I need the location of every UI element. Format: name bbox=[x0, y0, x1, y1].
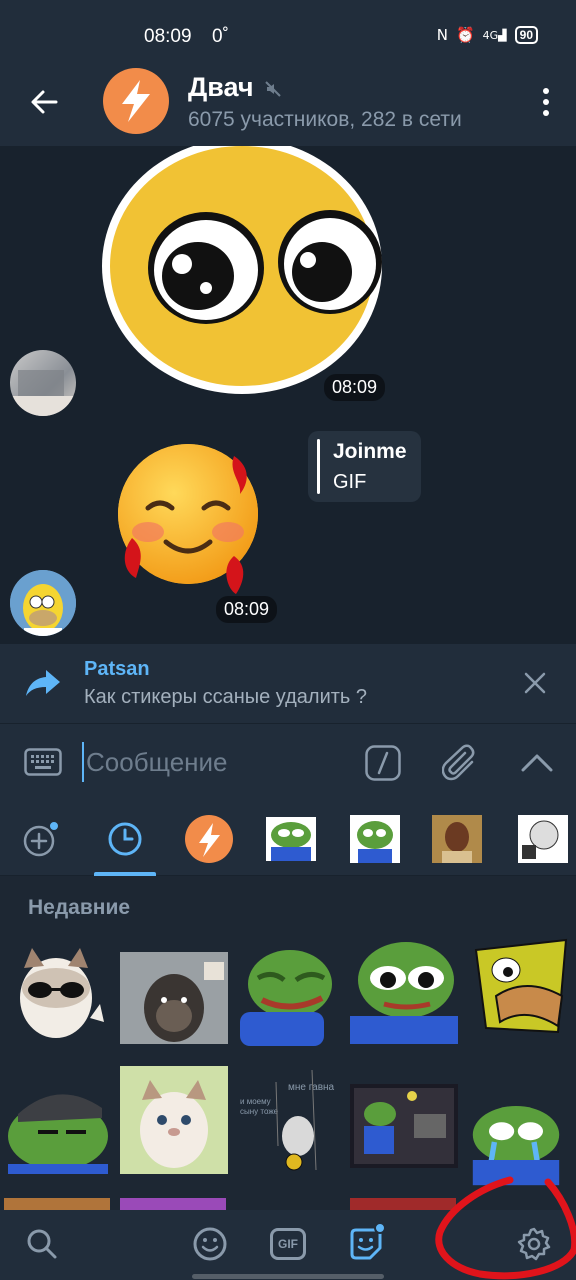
section-title-recent: Недавние bbox=[28, 896, 131, 919]
sticker-kitten[interactable] bbox=[120, 1066, 228, 1174]
reply-panel: Patsan Как стикеры ссаные удалить ? bbox=[0, 644, 576, 724]
gif-link-subtitle: GIF bbox=[333, 471, 367, 493]
sticker-yellow-facepalm[interactable] bbox=[466, 936, 574, 1044]
emoji-icon[interactable] bbox=[192, 1226, 228, 1262]
search-icon[interactable] bbox=[24, 1226, 60, 1262]
back-arrow-icon[interactable] bbox=[28, 86, 60, 118]
gif-tab-label: GIF bbox=[278, 1237, 298, 1251]
sticker-pepe-cap[interactable] bbox=[4, 1072, 112, 1180]
alarm-icon: ⏰ bbox=[455, 26, 475, 44]
bot-commands-icon[interactable] bbox=[365, 745, 401, 781]
sticker-pack-tabs bbox=[0, 802, 576, 876]
close-icon[interactable] bbox=[524, 672, 546, 694]
svg-text:и моему: и моему bbox=[240, 1097, 271, 1106]
reply-author: Patsan bbox=[84, 658, 150, 680]
sticker-chimpanzee[interactable] bbox=[120, 944, 228, 1052]
sticker-pepe-computer[interactable] bbox=[350, 1072, 458, 1180]
sticker-pack-dvach[interactable] bbox=[184, 814, 234, 864]
sticker-time: 08:09 bbox=[216, 596, 278, 623]
sticker-cat-sunglasses[interactable] bbox=[4, 938, 112, 1046]
attach-icon[interactable] bbox=[442, 744, 478, 782]
chat-title[interactable]: Двач bbox=[188, 72, 254, 103]
user-avatar[interactable] bbox=[10, 350, 76, 416]
status-time: 08:09 bbox=[144, 26, 192, 47]
gif-link-preview[interactable]: Joinme GIF bbox=[308, 431, 421, 502]
sticker-pack-pepe2[interactable] bbox=[350, 814, 400, 864]
chevron-up-icon[interactable] bbox=[520, 748, 554, 776]
chat-area: 08:09 Joinme GIF 08:09 bbox=[0, 146, 576, 644]
forward-arrow-icon bbox=[26, 670, 60, 696]
sticker-eyes[interactable] bbox=[98, 146, 386, 408]
notification-dot bbox=[374, 1222, 386, 1234]
sticker-pepe-laughing[interactable] bbox=[236, 940, 344, 1048]
sticker-pepe-sad[interactable] bbox=[350, 936, 458, 1044]
lightning-icon bbox=[122, 80, 150, 122]
settings-gear-icon[interactable] bbox=[516, 1226, 552, 1262]
sticker-time: 08:09 bbox=[324, 374, 386, 401]
network-icon: 4G▟ bbox=[482, 28, 507, 42]
sticker-pepe-crying[interactable] bbox=[462, 1088, 570, 1196]
user-avatar[interactable] bbox=[10, 570, 76, 636]
more-options-icon[interactable] bbox=[542, 88, 550, 116]
muted-icon bbox=[265, 81, 281, 97]
gif-tab-icon[interactable]: GIF bbox=[270, 1228, 306, 1260]
add-sticker-pack-icon[interactable] bbox=[16, 814, 66, 864]
sticker-grid: Недавние мне гавна и моему сыну тоже bbox=[0, 876, 576, 1210]
battery-icon: 90 bbox=[514, 26, 538, 44]
sticker-blushing-emoji[interactable] bbox=[110, 442, 270, 602]
sticker-pack-pepe1[interactable] bbox=[266, 814, 316, 864]
status-icons: N ⏰ 4G▟ 90 bbox=[437, 26, 538, 44]
chat-header: Двач 6075 участников, 282 в сети bbox=[0, 58, 576, 146]
chat-subtitle: 6075 участников, 282 в сети bbox=[188, 108, 462, 131]
keyboard-icon[interactable] bbox=[24, 748, 62, 776]
sticker-pack-meme[interactable] bbox=[518, 814, 568, 864]
svg-text:мне гавна: мне гавна bbox=[288, 1082, 335, 1093]
home-indicator bbox=[192, 1274, 384, 1279]
chat-avatar[interactable] bbox=[103, 68, 169, 134]
message-input[interactable] bbox=[82, 742, 342, 782]
status-temperature: 0˚ bbox=[212, 26, 229, 47]
nfc-icon: N bbox=[436, 26, 448, 44]
sticker-pack-photo[interactable] bbox=[432, 814, 482, 864]
emoji-panel-bottom-bar: GIF bbox=[0, 1210, 576, 1280]
gif-link-title: Joinme bbox=[333, 440, 407, 463]
svg-text:сыну тоже: сыну тоже bbox=[240, 1107, 279, 1116]
sticker-drawing[interactable]: мне гавна и моему сыну тоже bbox=[236, 1066, 344, 1174]
message-composer bbox=[0, 724, 576, 802]
recent-stickers-clock-icon[interactable] bbox=[100, 814, 150, 864]
reply-text: Как стикеры ссаные удалить ? bbox=[84, 686, 368, 708]
status-bar: 08:09 0˚ N ⏰ 4G▟ 90 bbox=[0, 0, 576, 58]
